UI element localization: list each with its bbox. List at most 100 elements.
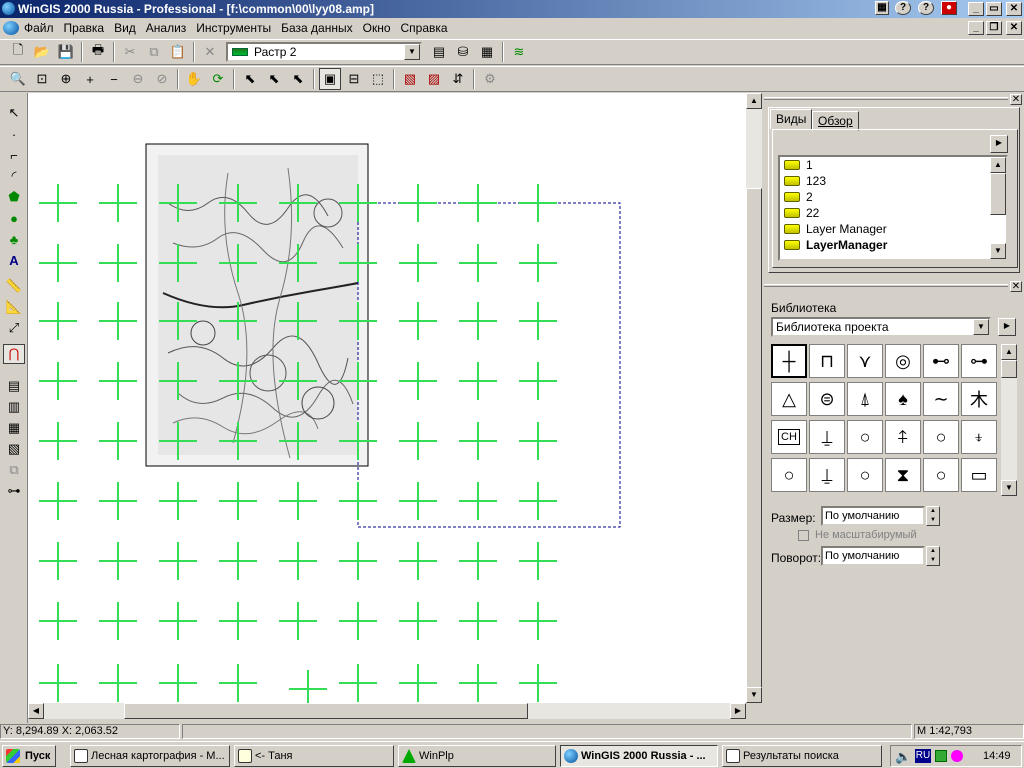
task-wingis[interactable]: WinGIS 2000 Russia - ...	[560, 745, 718, 767]
zoom-in-icon[interactable]: +	[79, 68, 101, 90]
point-icon[interactable]: ·	[3, 124, 25, 144]
scroll-up-icon[interactable]: ▲	[1001, 344, 1017, 360]
tree-symbol-3[interactable]: ⍖	[961, 420, 997, 454]
volume-icon[interactable]: 🔈	[895, 749, 911, 765]
tree-symbol[interactable]: ⍊	[809, 420, 845, 454]
pump-symbol[interactable]: ⊷	[923, 344, 959, 378]
ch-label-symbol[interactable]: CH	[771, 420, 807, 454]
menu-view[interactable]: Вид	[109, 21, 141, 35]
chevron-right-icon[interactable]: ▶	[998, 318, 1016, 336]
settings-icon[interactable]: ⚙	[479, 68, 501, 90]
edit-object-icon[interactable]: ▥	[3, 397, 25, 417]
tab-overview[interactable]: Обзор	[812, 111, 859, 131]
task-forest-cartography[interactable]: Лесная картография - M...	[70, 745, 230, 767]
new-file-icon[interactable]: 🗋	[7, 41, 29, 63]
wall-symbol[interactable]: ▭	[961, 458, 997, 492]
circle-symbol-5[interactable]: ○	[923, 458, 959, 492]
save-icon[interactable]: 💾	[55, 41, 77, 63]
layer-properties-icon[interactable]: ▤	[428, 41, 450, 63]
deciduous-tree-symbol[interactable]: ♠	[885, 382, 921, 416]
copy-objects-icon[interactable]: ⧉	[3, 460, 25, 480]
circle-symbol-3[interactable]: ○	[771, 458, 807, 492]
vertical-scroll-thumb[interactable]	[746, 188, 762, 688]
cut-icon[interactable]: ✂	[119, 41, 141, 63]
rotation-field[interactable]: По умолчанию	[821, 546, 925, 566]
table-icon[interactable]: ▦	[3, 418, 25, 438]
close-button[interactable]: ✕	[1006, 2, 1022, 16]
views-list[interactable]: 1 123 2 22 Layer Manager LayerManager ▲ …	[778, 155, 1008, 261]
conifer-symbol[interactable]: ⽊	[961, 382, 997, 416]
select-rect-icon[interactable]: ⊟	[343, 68, 365, 90]
circle-symbol-2[interactable]: ○	[923, 420, 959, 454]
select-icon[interactable]: ⬉	[239, 68, 261, 90]
map-canvas[interactable]	[28, 93, 746, 703]
list-item[interactable]: LayerManager	[780, 237, 1006, 253]
doc-restore-button[interactable]: ❐	[986, 21, 1002, 35]
scroll-up-icon[interactable]: ▲	[990, 157, 1006, 173]
zoom-out-icon[interactable]: −	[103, 68, 125, 90]
language-indicator[interactable]: RU	[915, 749, 931, 763]
doc-minimize-button[interactable]: _	[968, 21, 984, 35]
circle-symbol-4[interactable]: ○	[847, 458, 883, 492]
task-search-results[interactable]: Результаты поиска	[722, 745, 882, 767]
select-circle-icon[interactable]: ⬉	[263, 68, 285, 90]
horizontal-scroll-thumb[interactable]	[124, 703, 528, 719]
menu-file[interactable]: Файл	[19, 21, 59, 35]
list-item[interactable]: 2	[780, 189, 1006, 205]
tower-symbol[interactable]: ⍋	[847, 382, 883, 416]
pipeline-symbol[interactable]: ⋎	[847, 344, 883, 378]
context-help-icon[interactable]: ?	[918, 1, 934, 15]
circle-icon[interactable]: ●	[3, 208, 25, 228]
chevron-down-icon[interactable]: ▼	[404, 44, 420, 60]
menu-tools[interactable]: Инструменты	[191, 21, 276, 35]
dimension-icon[interactable]: ⤢	[3, 318, 25, 338]
open-folder-icon[interactable]: 📂	[31, 41, 53, 63]
select-polygon-icon[interactable]: ⬉	[287, 68, 309, 90]
select-frame-icon[interactable]: ⬚	[367, 68, 389, 90]
split-icon[interactable]: ⊶	[3, 481, 25, 501]
select-layer-icon[interactable]: ▧	[399, 68, 421, 90]
library-combo[interactable]: Библиотека проекта ▼	[771, 317, 991, 337]
layer-list-icon[interactable]: ▦	[476, 41, 498, 63]
rotation-spinner[interactable]: ▲ ▼	[926, 546, 940, 566]
task-winplp[interactable]: WinPlp	[398, 745, 556, 767]
zoom-all-icon[interactable]: ⊕	[55, 68, 77, 90]
noscale-checkbox[interactable]	[798, 530, 809, 541]
pump-symbol-2[interactable]: ⊶	[961, 344, 997, 378]
triangle-hatched-symbol[interactable]: △	[771, 382, 807, 416]
measure-angle-icon[interactable]: 📐	[3, 297, 25, 317]
list-item[interactable]: Layer Manager	[780, 221, 1006, 237]
tile-icon[interactable]: ▦	[875, 1, 889, 15]
list-item[interactable]: 123	[780, 173, 1006, 189]
size-spinner[interactable]: ▲ ▼	[926, 506, 940, 526]
menu-help[interactable]: Справка	[396, 21, 453, 35]
select-point-icon[interactable]: ▣	[319, 68, 341, 90]
wave-symbol[interactable]: ∼	[923, 382, 959, 416]
scroll-down-icon[interactable]: ▼	[1001, 480, 1017, 496]
pointer-icon[interactable]: ↖	[3, 103, 25, 123]
polygon-icon[interactable]: ⬟	[3, 187, 25, 207]
tree-symbol-4[interactable]: ⍊	[809, 458, 845, 492]
tray-app-icon[interactable]	[935, 750, 947, 762]
copy-icon[interactable]: ⧉	[143, 41, 165, 63]
app-icon[interactable]	[2, 2, 15, 15]
ruler-icon[interactable]: 📏	[3, 276, 25, 296]
circle-symbol[interactable]: ○	[847, 420, 883, 454]
tab-views[interactable]: Виды	[770, 109, 813, 129]
zoom-window-icon[interactable]: ⊡	[31, 68, 53, 90]
document-icon[interactable]	[3, 21, 19, 35]
scroll-up-icon[interactable]: ▲	[746, 93, 762, 109]
arc-icon[interactable]: ◜	[3, 166, 25, 186]
start-button[interactable]: Пуск	[2, 745, 56, 767]
size-field[interactable]: По умолчанию	[821, 506, 925, 526]
text-icon[interactable]: A	[3, 250, 25, 270]
list-item[interactable]: 22	[780, 205, 1006, 221]
vertical-scrollbar[interactable]: ▲ ▼	[746, 93, 762, 703]
doc-close-button[interactable]: ✕	[1006, 21, 1022, 35]
polyline-icon[interactable]: ⌐	[3, 145, 25, 165]
close-icon[interactable]: ✕	[1010, 281, 1022, 292]
chevron-right-icon[interactable]: ▶	[990, 135, 1008, 153]
snap-magnet-icon[interactable]: ⋂	[3, 344, 25, 364]
zoom-previous-icon[interactable]: ⊖	[127, 68, 149, 90]
list-item[interactable]: 1	[780, 157, 1006, 173]
